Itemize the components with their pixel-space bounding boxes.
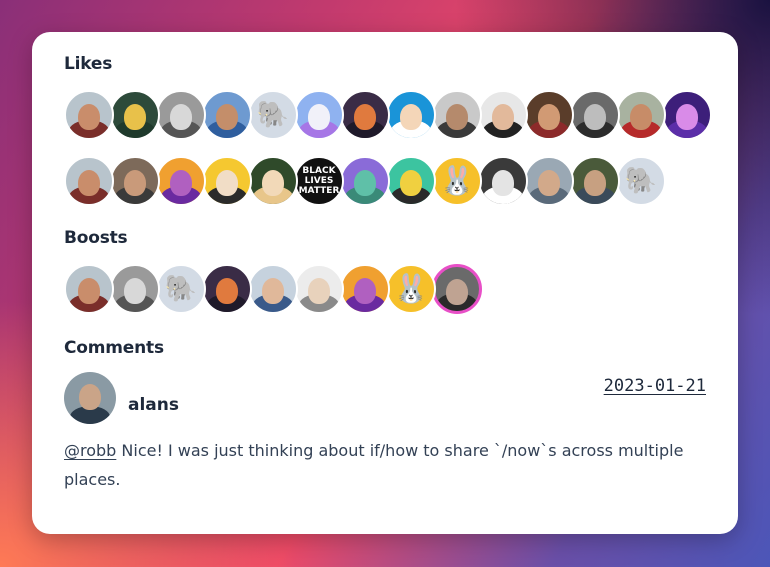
likes-avatar-person-photo-icon[interactable] [64,90,114,140]
reactions-card: Likes 🐘 BLACK LIVES MATTER 🐰 🐘 Boosts 🐘 🐰 Co… [32,32,738,534]
likes-avatar-sunglasses-photo-icon[interactable] [478,90,528,140]
boosts-avatar-bunny-icon[interactable]: 🐰 [386,264,436,314]
boosts-avatar-sketch-face-icon[interactable] [294,264,344,314]
avatar-face [216,278,238,304]
avatar-face [170,104,192,130]
boosts-avatar-person-photo-icon[interactable] [248,264,298,314]
avatar-face [262,278,284,304]
bunny-glyph: 🐰 [439,164,475,197]
likes-avatar-cartoon-face-icon[interactable] [202,156,252,206]
comment-user: alans [64,372,179,424]
avatar-face [538,104,560,130]
avatar-face [538,170,560,196]
avatar-text: BLACK LIVES MATTER [298,166,340,196]
comment-avatar[interactable] [64,372,116,424]
avatar-face [446,104,468,130]
likes-avatar-bunny-icon[interactable]: 🐰 [432,156,482,206]
avatar-face [78,170,100,196]
avatar-face [124,170,146,196]
avatar-face [446,279,468,305]
avatar-face [262,170,284,196]
likes-avatar-sunset-photo-icon[interactable] [340,90,390,140]
likes-avatar-pixel-face-icon[interactable] [386,156,436,206]
comments-title: Comments [64,338,164,358]
elephant-icon: 🐘 [164,274,198,304]
mention-link[interactable]: @robb [64,441,116,460]
likes-avatar-couple-photo-icon[interactable] [570,156,620,206]
avatar-face [354,104,376,130]
avatar-face [124,278,146,304]
likes-avatar-cartoon-face-icon[interactable] [386,90,436,140]
comment-date-link[interactable]: 2023-01-21 [604,376,706,396]
likes-avatar-person-photo-icon[interactable] [432,90,482,140]
likes-avatar-person-photo-icon[interactable] [616,90,666,140]
avatar-face [354,170,376,196]
boosts-row: 🐘 🐰 [64,264,706,314]
avatar-face [584,104,606,130]
avatar-face [400,170,422,196]
likes-row: BLACK LIVES MATTER 🐰 🐘 [64,156,706,206]
avatar-face [79,384,101,410]
avatar-face [216,170,238,196]
likes-avatar-person-photo-icon[interactable] [524,90,574,140]
avatar-face [630,104,652,130]
likes-avatar-neon-photo-icon[interactable] [662,90,712,140]
avatar-face [676,104,698,130]
avatar-face [78,278,100,304]
avatar-face [78,104,100,130]
likes-avatars: 🐘 BLACK LIVES MATTER 🐰 🐘 [64,90,712,206]
boosts-avatar-sunset-photo-icon[interactable] [202,264,252,314]
boosts-avatar-elephant-placeholder-icon[interactable]: 🐘 [156,264,206,314]
comment-username[interactable]: alans [128,395,179,415]
avatar-face [584,170,606,196]
likes-avatar-person-photo-icon[interactable] [570,90,620,140]
avatar-face [492,170,514,196]
elephant-icon: 🐘 [256,100,290,130]
elephant-icon: 🐘 [624,166,658,196]
likes-avatar-elephant-placeholder-icon[interactable]: 🐘 [616,156,666,206]
avatar-face [492,104,514,130]
boosts-avatar-illustrated-woman-icon[interactable] [340,264,390,314]
likes-avatar-illustrated-woman-icon[interactable] [156,156,206,206]
likes-avatar-black-lives-matter-icon[interactable]: BLACK LIVES MATTER [294,156,344,206]
likes-avatar-gecko-photo-icon[interactable] [110,90,160,140]
bunny-glyph: 🐰 [393,272,429,305]
likes-avatar-santa-octopus-icon[interactable] [294,90,344,140]
comment-header: alans 2023-01-21 [64,372,706,424]
avatar-face [354,278,376,304]
likes-avatar-person-photo-icon[interactable] [110,156,160,206]
boosts-avatar-person-photo-icon[interactable] [110,264,160,314]
likes-avatar-person-photo-icon[interactable] [202,90,252,140]
avatar-face [308,278,330,304]
avatar-face [170,170,192,196]
boosts-avatar-person-photo-icon[interactable] [64,264,114,314]
boosts-avatar-person-photo-icon[interactable] [432,264,482,314]
boosts-title: Boosts [64,228,128,248]
likes-avatar-person-photo-icon[interactable] [156,90,206,140]
avatar-face [400,104,422,130]
likes-title: Likes [64,54,113,74]
avatar-face [124,104,146,130]
likes-avatar-person-photo-icon[interactable] [478,156,528,206]
likes-avatar-green-creature-icon[interactable] [340,156,390,206]
likes-avatar-person-photo-icon[interactable] [64,156,114,206]
avatar-face [216,104,238,130]
likes-avatar-elephant-placeholder-icon[interactable]: 🐘 [248,90,298,140]
boosts-avatars: 🐘 🐰 [64,264,706,314]
likes-avatar-person-photo-icon[interactable] [248,156,298,206]
likes-avatar-person-photo-icon[interactable] [524,156,574,206]
likes-row: 🐘 [64,90,712,140]
comment-body: @robb Nice! I was just thinking about if… [64,436,714,494]
avatar-face [308,104,330,130]
comment-text: Nice! I was just thinking about if/how t… [64,441,684,489]
